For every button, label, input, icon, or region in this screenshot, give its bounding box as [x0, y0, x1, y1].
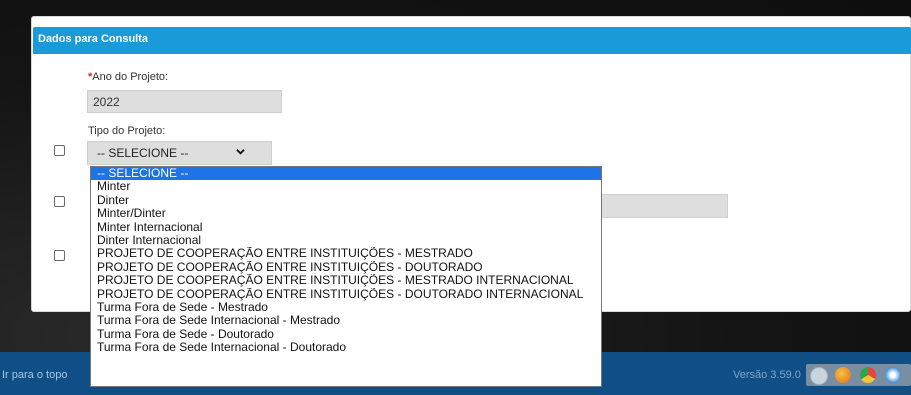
dropdown-option[interactable]: Minter Internacional [91, 221, 601, 234]
panel-header [33, 27, 911, 54]
tipo-checkbox[interactable] [54, 145, 65, 156]
chevron-down-icon [236, 149, 245, 155]
ie-icon [810, 367, 828, 385]
dropdown-option[interactable]: Turma Fora de Sede - Doutorado [91, 328, 601, 341]
dropdown-option[interactable]: Turma Fora de Sede Internacional - Douto… [91, 341, 601, 354]
dropdown-option[interactable]: Minter/Dinter [91, 207, 601, 220]
ano-label: Ano do Projeto: [92, 71, 169, 83]
dropdown-option[interactable]: PROJETO DE COOPERAÇÃO ENTRE INSTITUIÇÕES… [91, 247, 601, 260]
dropdown-option[interactable]: Dinter [91, 194, 601, 207]
chrome-icon [860, 367, 876, 383]
dropdown-option[interactable]: Turma Fora de Sede Internacional - Mestr… [91, 314, 601, 327]
dropdown-option[interactable]: PROJETO DE COOPERAÇÃO ENTRE INSTITUIÇÕES… [91, 288, 601, 301]
browser-icons [806, 364, 911, 386]
tipo-dropdown-list[interactable]: -- SELECIONE -- Minter Dinter Minter/Dinter… [90, 166, 602, 387]
ano-label-wrap: *Ano do Projeto: [88, 71, 168, 83]
firefox-icon [835, 367, 851, 383]
ano-value: 2022 [93, 95, 120, 109]
dropdown-option[interactable]: Dinter Internacional [91, 234, 601, 247]
row2-checkbox[interactable] [54, 196, 65, 207]
dropdown-option[interactable]: -- SELECIONE -- [91, 167, 601, 181]
back-to-top-link[interactable]: Ir para o topo [2, 369, 67, 381]
tipo-selected-value: -- SELECIONE -- [97, 146, 189, 160]
panel-title: Dados para Consulta [38, 33, 149, 45]
safari-icon [885, 367, 901, 383]
row3-checkbox[interactable] [54, 250, 65, 261]
version-label: Versão 3.59.0 [733, 369, 801, 381]
dropdown-option[interactable]: PROJETO DE COOPERAÇÃO ENTRE INSTITUIÇÕES… [91, 261, 601, 274]
tipo-select[interactable]: -- SELECIONE -- [87, 141, 272, 165]
tipo-label: Tipo do Projeto: [88, 125, 166, 137]
dropdown-option[interactable]: Turma Fora de Sede - Mestrado [91, 301, 601, 314]
ano-field[interactable]: 2022 [87, 90, 282, 113]
dropdown-option[interactable]: PROJETO DE COOPERAÇÃO ENTRE INSTITUIÇÕES… [91, 274, 601, 287]
dropdown-option[interactable]: Minter [91, 180, 601, 193]
row2-field[interactable] [600, 194, 728, 218]
